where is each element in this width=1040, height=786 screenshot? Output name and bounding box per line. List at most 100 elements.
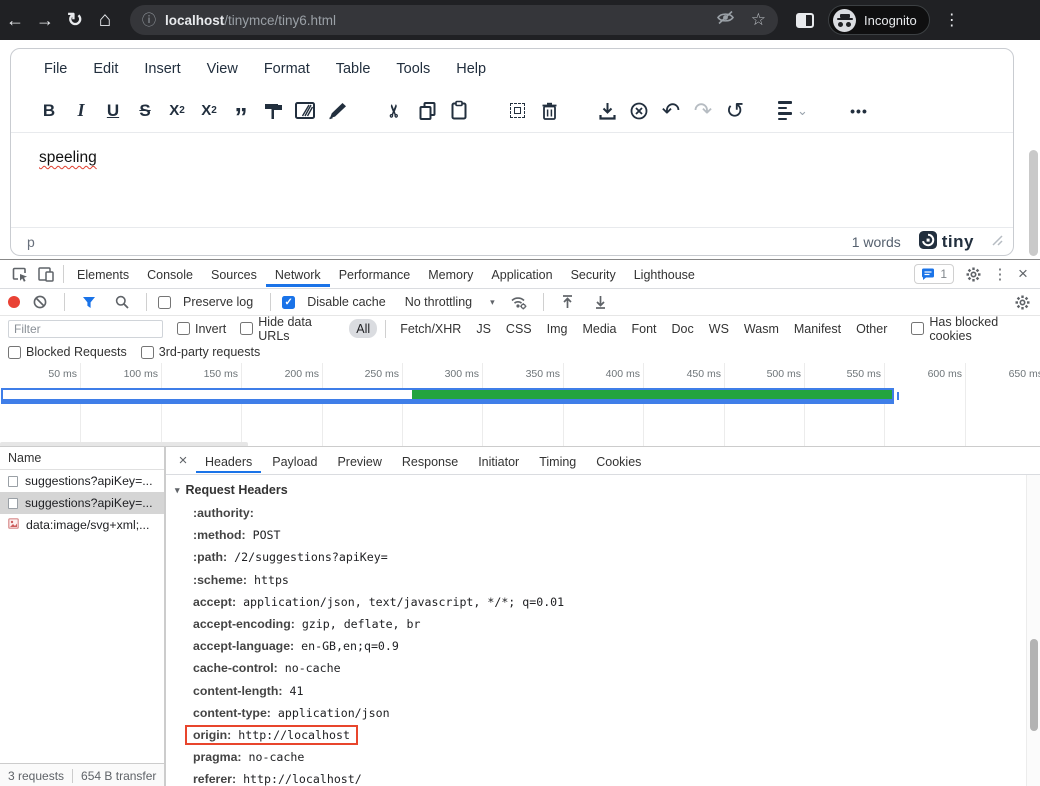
blocked-requests-label[interactable]: Blocked Requests [26, 345, 127, 359]
incognito-badge[interactable]: Incognito [828, 5, 930, 35]
network-settings-icon[interactable] [1014, 290, 1040, 314]
details-scrollbar-thumb[interactable] [1030, 639, 1038, 731]
select-all-button[interactable] [501, 95, 533, 127]
tab-console[interactable]: Console [138, 262, 202, 287]
resize-handle-icon[interactable] [992, 233, 1003, 251]
menu-tools[interactable]: Tools [385, 56, 441, 82]
request-row[interactable]: suggestions?apiKey=... [0, 470, 164, 492]
menu-table[interactable]: Table [325, 56, 382, 82]
disable-cache-checkbox[interactable]: ✓ [282, 296, 295, 309]
network-overview-timeline[interactable]: 50 ms 100 ms 150 ms 200 ms 250 ms 300 ms… [0, 363, 1040, 447]
filter-type-css[interactable]: CSS [500, 319, 538, 338]
menu-file[interactable]: File [33, 56, 78, 82]
devtools-menu-icon[interactable]: ⋮ [992, 265, 1008, 283]
filter-type-all[interactable]: All [349, 319, 377, 338]
issues-badge[interactable]: 1 [914, 264, 954, 284]
details-tab-response[interactable]: Response [393, 448, 467, 473]
side-panel-icon[interactable] [796, 13, 814, 28]
throttling-select[interactable]: No throttling ▾ [405, 295, 495, 309]
tab-network[interactable]: Network [266, 262, 330, 287]
word-count[interactable]: 1 words [852, 234, 901, 250]
request-row-selected[interactable]: suggestions?apiKey=... [0, 492, 164, 514]
import-har-icon[interactable] [555, 290, 581, 314]
restore-draft-button[interactable]: ↺ [719, 95, 751, 127]
site-info-icon[interactable]: ⓘ [142, 10, 156, 30]
export-har-icon[interactable] [588, 290, 614, 314]
tab-application[interactable]: Application [482, 262, 561, 287]
delete-button[interactable] [533, 95, 565, 127]
filter-funnel-icon[interactable] [76, 290, 102, 314]
devtools-close-icon[interactable]: × [1014, 264, 1032, 284]
menu-help[interactable]: Help [445, 56, 497, 82]
details-tab-timing[interactable]: Timing [530, 448, 585, 473]
filter-type-ws[interactable]: WS [703, 319, 735, 338]
menu-view[interactable]: View [196, 56, 249, 82]
filter-type-img[interactable]: Img [541, 319, 574, 338]
filter-type-other[interactable]: Other [850, 319, 893, 338]
details-close-icon[interactable]: × [172, 452, 194, 469]
undo-button[interactable]: ↶ [655, 95, 687, 127]
back-icon[interactable]: ← [0, 5, 30, 35]
third-party-requests-label[interactable]: 3rd-party requests [159, 345, 260, 359]
device-toolbar-icon[interactable] [33, 262, 59, 286]
tab-elements[interactable]: Elements [68, 262, 138, 287]
record-icon[interactable] [8, 296, 20, 308]
editor-content-area[interactable]: speeling [11, 133, 1013, 227]
tab-lighthouse[interactable]: Lighthouse [625, 262, 704, 287]
name-column-header[interactable]: Name [0, 447, 164, 470]
request-headers-section[interactable]: ▾ Request Headers [175, 483, 288, 497]
details-scrollbar[interactable] [1026, 475, 1040, 786]
menu-edit[interactable]: Edit [82, 56, 129, 82]
filter-type-manifest[interactable]: Manifest [788, 319, 847, 338]
cut-button[interactable]: ✂ [379, 95, 411, 127]
paste-button[interactable] [443, 95, 475, 127]
details-tab-payload[interactable]: Payload [263, 448, 326, 473]
preserve-log-label[interactable]: Preserve log [183, 295, 253, 309]
disable-cache-label[interactable]: Disable cache [307, 295, 386, 309]
address-bar[interactable]: ⓘ localhost/tinymce/tiny6.html ☆ [130, 5, 778, 35]
menu-insert[interactable]: Insert [133, 56, 191, 82]
bold-button[interactable]: B [33, 95, 65, 127]
request-row[interactable]: data:image/svg+xml;... [0, 514, 164, 536]
blocked-requests-checkbox[interactable] [8, 346, 21, 359]
eye-blocked-icon[interactable] [716, 10, 735, 30]
network-conditions-icon[interactable] [506, 290, 532, 314]
page-scrollbar[interactable] [1029, 150, 1038, 256]
superscript-button[interactable]: X2 [193, 95, 225, 127]
tiny-branding[interactable]: tiny [919, 231, 974, 254]
element-path[interactable]: p [27, 234, 35, 250]
overview-waterfall-bar[interactable] [1, 388, 894, 404]
format-painter-button[interactable] [257, 95, 289, 127]
cancel-button[interactable] [623, 95, 655, 127]
preserve-log-checkbox[interactable] [158, 296, 171, 309]
hide-data-urls-checkbox[interactable] [240, 322, 253, 335]
filter-input[interactable] [8, 320, 163, 338]
details-tab-initiator[interactable]: Initiator [469, 448, 528, 473]
forward-icon[interactable]: → [30, 5, 60, 35]
bookmark-star-icon[interactable]: ☆ [751, 10, 766, 30]
invert-label[interactable]: Invert [195, 322, 226, 336]
italic-button[interactable]: I [65, 95, 97, 127]
devtools-settings-icon[interactable] [960, 262, 986, 286]
browser-menu-icon[interactable]: ⋮ [942, 10, 962, 30]
permanent-pen-icon[interactable] [321, 95, 353, 127]
has-blocked-cookies-label[interactable]: Has blocked cookies [929, 315, 1040, 343]
filter-type-wasm[interactable]: Wasm [738, 319, 785, 338]
filter-type-doc[interactable]: Doc [666, 319, 700, 338]
hide-data-urls-label[interactable]: Hide data URLs [258, 315, 343, 343]
editor-text[interactable]: speeling [39, 149, 97, 167]
third-party-requests-checkbox[interactable] [141, 346, 154, 359]
details-tab-headers[interactable]: Headers [196, 448, 261, 473]
clear-icon[interactable] [27, 290, 53, 314]
subscript-button[interactable]: X2 [161, 95, 193, 127]
tab-performance[interactable]: Performance [330, 262, 420, 287]
align-menu-button[interactable]: ⌄ [777, 95, 809, 127]
details-tab-preview[interactable]: Preview [328, 448, 390, 473]
underline-button[interactable]: U [97, 95, 129, 127]
tab-sources[interactable]: Sources [202, 262, 266, 287]
details-tab-cookies[interactable]: Cookies [587, 448, 650, 473]
save-button[interactable] [591, 95, 623, 127]
blockquote-button[interactable]: ” [225, 95, 257, 127]
filter-type-media[interactable]: Media [576, 319, 622, 338]
filter-type-fetchxhr[interactable]: Fetch/XHR [394, 319, 467, 338]
